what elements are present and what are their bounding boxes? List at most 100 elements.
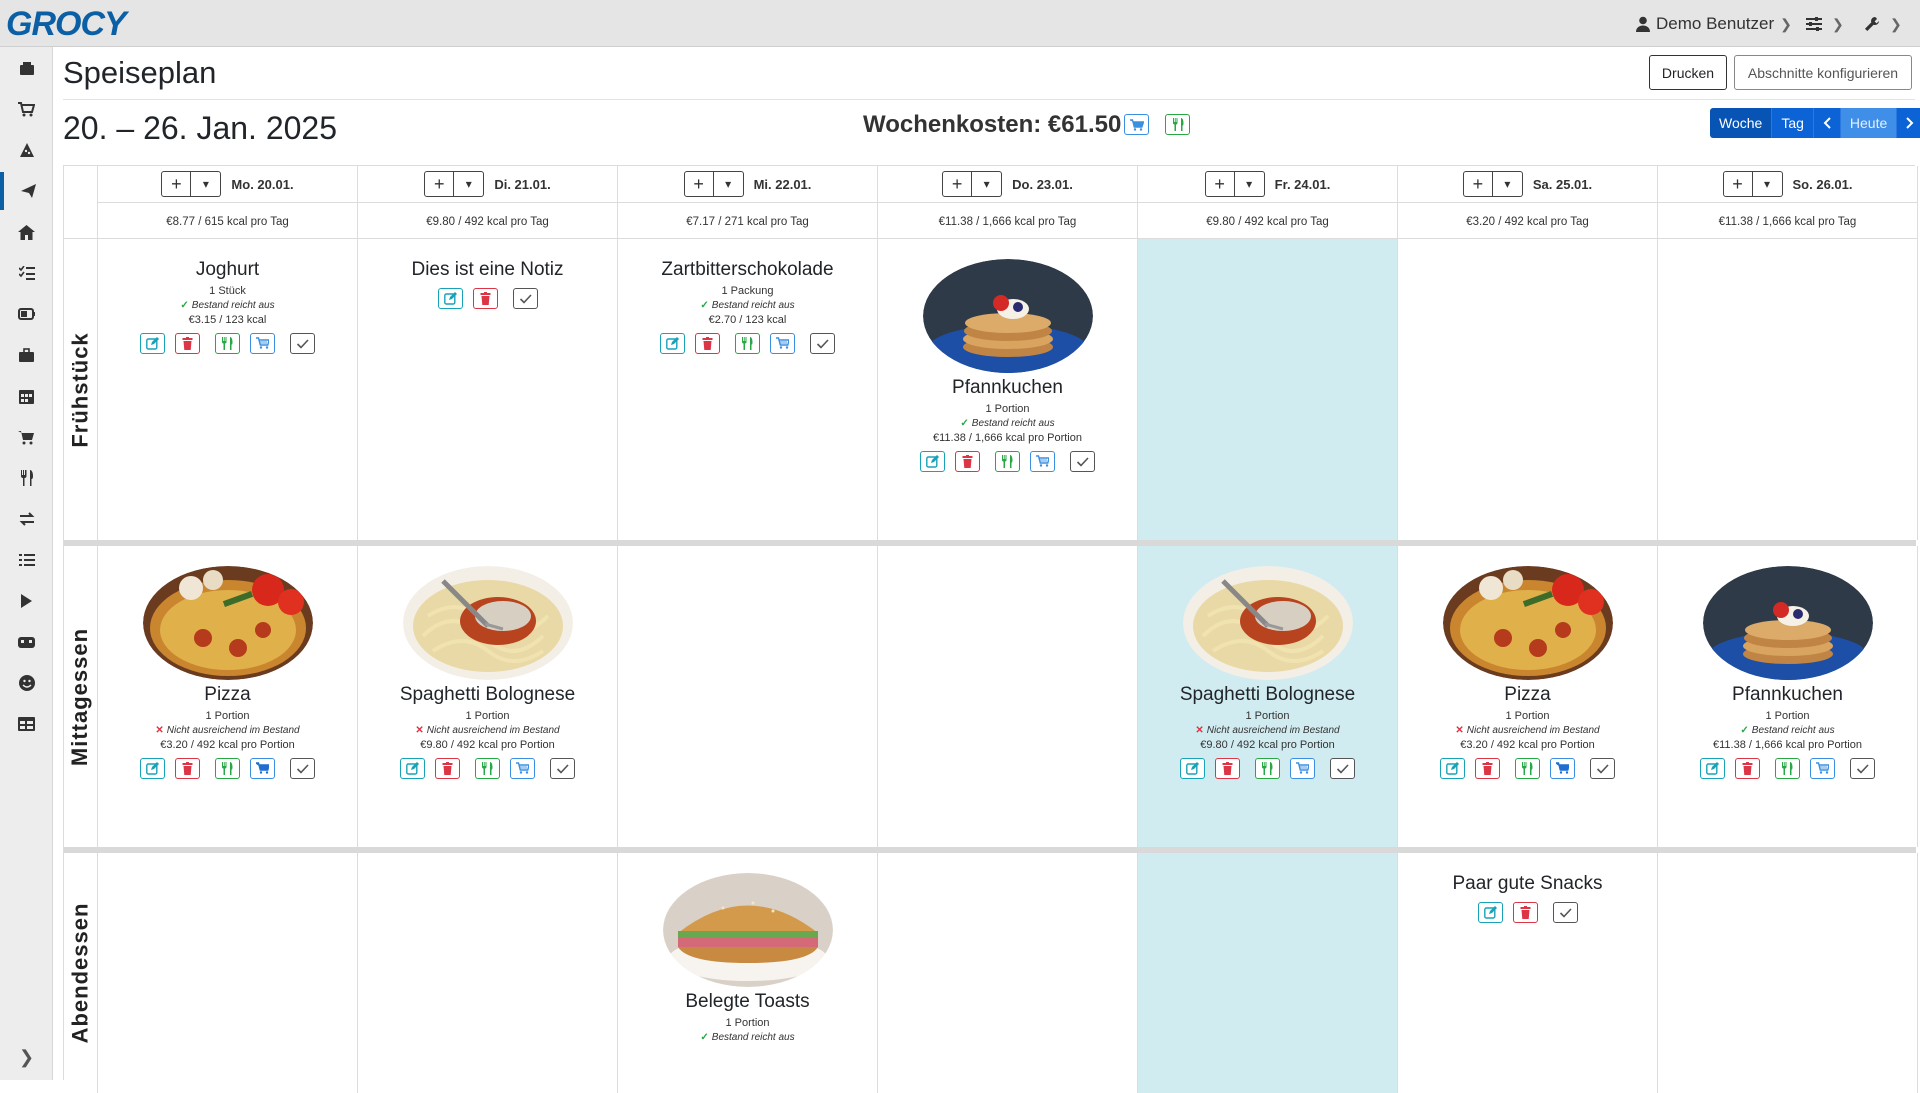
edit-button[interactable] <box>920 451 945 472</box>
section-label: Abendessen <box>64 853 98 1093</box>
add-meal-dropdown-button[interactable]: ▾ <box>972 171 1003 197</box>
chores-icon[interactable] <box>0 213 53 251</box>
consume-icon[interactable] <box>0 459 53 497</box>
consume-button[interactable] <box>215 758 240 779</box>
edit-button[interactable] <box>140 333 165 354</box>
add-meal-dropdown-button[interactable]: ▾ <box>1492 171 1523 197</box>
edit-button[interactable] <box>400 758 425 779</box>
consume-button[interactable] <box>995 451 1020 472</box>
add-to-shopping-list-button[interactable] <box>1550 758 1575 779</box>
battery-tracking-icon[interactable] <box>0 623 53 661</box>
table-icon[interactable] <box>0 705 53 743</box>
tasks-icon[interactable] <box>0 254 53 292</box>
grocy-logo[interactable]: GROCY <box>6 6 127 42</box>
mark-done-button[interactable] <box>1330 758 1355 779</box>
add-to-shopping-list-button[interactable] <box>510 758 535 779</box>
mark-done-button[interactable] <box>810 333 835 354</box>
add-to-shopping-list-button[interactable] <box>1810 758 1835 779</box>
consume-button[interactable] <box>475 758 500 779</box>
consume-button[interactable] <box>735 333 760 354</box>
add-meal-button[interactable]: + <box>1204 171 1235 197</box>
add-to-shopping-list-button[interactable] <box>770 333 795 354</box>
settings-menu[interactable]: ❯ <box>1806 13 1844 35</box>
delete-button[interactable] <box>955 451 980 472</box>
configure-sections-button[interactable]: Abschnitte konfigurieren <box>1734 55 1912 90</box>
delete-button[interactable] <box>1735 758 1760 779</box>
add-meal-button[interactable]: + <box>1462 171 1493 197</box>
edit-button[interactable] <box>437 288 463 309</box>
delete-button[interactable] <box>1512 902 1538 923</box>
user-entities-icon[interactable] <box>0 664 53 702</box>
add-to-shopping-list-button[interactable] <box>1290 758 1315 779</box>
add-meal-dropdown-button[interactable]: ▾ <box>1752 171 1783 197</box>
chore-tracking-icon[interactable] <box>0 582 53 620</box>
delete-button[interactable] <box>1475 758 1500 779</box>
add-meal-dropdown-button[interactable]: ▾ <box>191 171 222 197</box>
delete-button[interactable] <box>175 333 200 354</box>
print-button[interactable]: Drucken <box>1649 55 1727 90</box>
edit-button[interactable] <box>1700 758 1725 779</box>
delete-button[interactable] <box>1215 758 1240 779</box>
sidebar-expand-icon[interactable]: ❯ <box>0 1037 53 1077</box>
add-meal-dropdown-button[interactable]: ▾ <box>454 171 485 197</box>
edit-button[interactable] <box>1477 902 1503 923</box>
today-button[interactable]: Heute <box>1840 108 1898 138</box>
day-header-top: + ▾ Do. 23.01. <box>878 166 1137 203</box>
recipes-icon[interactable] <box>0 131 53 169</box>
tools-menu[interactable]: ❯ <box>1864 13 1902 35</box>
add-meal-button[interactable]: + <box>424 171 455 197</box>
mark-done-button[interactable] <box>1850 758 1875 779</box>
delete-button[interactable] <box>695 333 720 354</box>
edit-button[interactable] <box>660 333 685 354</box>
section-label-text: Abendessen <box>67 902 93 1044</box>
purchase-icon[interactable] <box>0 418 53 456</box>
add-meal-button[interactable]: + <box>683 171 714 197</box>
add-meal-button[interactable]: + <box>1722 171 1753 197</box>
stock-overview-icon[interactable] <box>0 49 53 87</box>
mark-done-button[interactable] <box>550 758 575 779</box>
delete-button[interactable] <box>435 758 460 779</box>
meal-plan-entry: Joghurt 1 Stück ✓ Bestand reicht aus €3.15 /… <box>98 259 357 354</box>
calendar-icon[interactable] <box>0 377 53 415</box>
batteries-icon[interactable] <box>0 295 53 333</box>
edit-button[interactable] <box>1440 758 1465 779</box>
delete-button[interactable] <box>472 288 498 309</box>
chevron-right-icon: ❯ <box>1832 15 1844 32</box>
mark-done-button[interactable] <box>1552 902 1578 923</box>
edit-button[interactable] <box>140 758 165 779</box>
day-cell: Pfannkuchen 1 Portion ✓ Bestand reicht aus €… <box>1658 546 1918 847</box>
inventory-icon[interactable] <box>0 541 53 579</box>
add-meal-dropdown-button[interactable]: ▾ <box>713 171 744 197</box>
week-add-to-shopping-list-button[interactable] <box>1124 114 1149 135</box>
meal-plan-icon[interactable] <box>0 172 53 210</box>
trash-icon <box>1482 762 1493 775</box>
mark-done-button[interactable] <box>1590 758 1615 779</box>
mark-done-button[interactable] <box>290 333 315 354</box>
day-view-button[interactable]: Tag <box>1772 108 1814 138</box>
week-view-button[interactable]: Woche <box>1710 108 1773 138</box>
delete-button[interactable] <box>175 758 200 779</box>
consume-button[interactable] <box>1255 758 1280 779</box>
add-meal-dropdown-button[interactable]: ▾ <box>1234 171 1265 197</box>
week-consume-button[interactable] <box>1165 114 1190 135</box>
consume-button[interactable] <box>215 333 240 354</box>
mark-done-button[interactable] <box>1070 451 1095 472</box>
mark-done-button[interactable] <box>290 758 315 779</box>
next-button[interactable] <box>1897 108 1920 138</box>
add-to-shopping-list-button[interactable] <box>1030 451 1055 472</box>
add-meal-button[interactable]: + <box>942 171 973 197</box>
mark-done-button[interactable] <box>512 288 538 309</box>
add-to-shopping-list-button[interactable] <box>250 333 275 354</box>
equipment-icon[interactable] <box>0 336 53 374</box>
shopping-list-icon[interactable] <box>0 90 53 128</box>
add-to-shopping-list-button[interactable] <box>250 758 275 779</box>
consume-button[interactable] <box>1515 758 1540 779</box>
consume-button[interactable] <box>1775 758 1800 779</box>
add-meal-button[interactable]: + <box>161 171 192 197</box>
day-cell: Belegte Toasts 1 Portion ✓ Bestand reicht a… <box>618 853 878 1093</box>
entry-amount: 1 Packung <box>721 285 774 297</box>
user-menu[interactable]: Demo Benutzer ❯ <box>1636 13 1792 35</box>
transfer-icon[interactable] <box>0 500 53 538</box>
edit-button[interactable] <box>1180 758 1205 779</box>
previous-button[interactable] <box>1813 108 1841 138</box>
